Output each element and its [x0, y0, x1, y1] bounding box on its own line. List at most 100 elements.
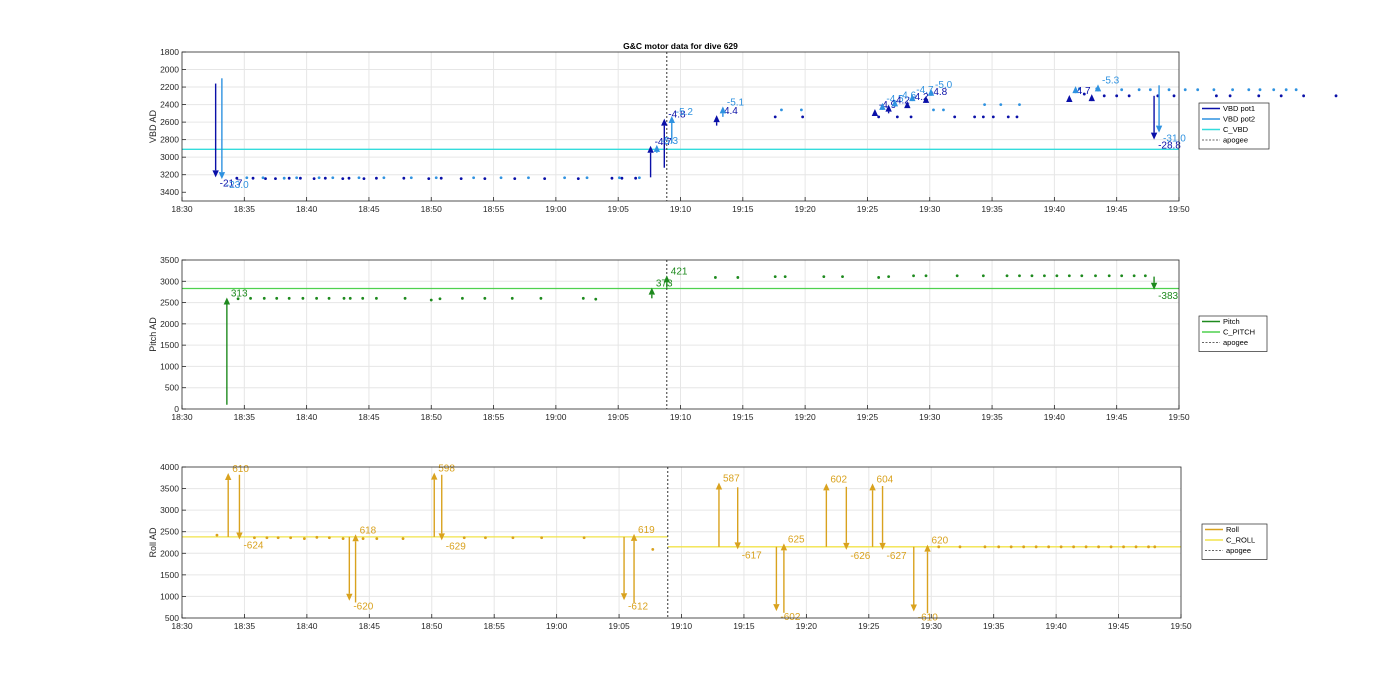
- data-point: [261, 176, 265, 180]
- y-tick-label: 3500: [160, 484, 179, 494]
- data-point: [1122, 545, 1125, 549]
- y-tick-label: 3000: [160, 276, 179, 286]
- data-point: [459, 177, 463, 181]
- y-tick-label: 2500: [160, 298, 179, 308]
- y-tick-label: 3000: [160, 152, 179, 162]
- data-point: [253, 536, 256, 540]
- x-tick-label: 18:35: [234, 412, 256, 422]
- data-point: [912, 274, 915, 278]
- data-point: [594, 297, 598, 301]
- x-tick-label: 19:25: [858, 621, 880, 631]
- y-tick-label: 3200: [160, 170, 179, 180]
- legend-vbd: VBD pot1 VBD pot2C_VBDapogee: [1198, 102, 1270, 150]
- data-point: [1143, 274, 1147, 278]
- data-point: [1030, 274, 1034, 278]
- data-point: [438, 297, 442, 301]
- data-point: [1120, 88, 1124, 92]
- x-tick-label: 19:05: [608, 621, 630, 631]
- data-point: [1167, 88, 1171, 92]
- arrow-label: -602: [780, 612, 800, 623]
- data-point: [1047, 545, 1051, 549]
- y-tick-label: 2400: [160, 100, 179, 110]
- x-tick-label: 18:40: [296, 621, 318, 631]
- data-point: [713, 276, 717, 279]
- data-point: [634, 176, 638, 180]
- data-point: [331, 176, 335, 180]
- x-tick-label: 18:40: [296, 204, 318, 214]
- data-point: [341, 177, 345, 181]
- data-point: [1043, 274, 1046, 278]
- arrow-label: -627: [887, 551, 907, 562]
- data-point: [1231, 88, 1234, 92]
- data-point: [539, 296, 543, 300]
- data-point: [327, 296, 331, 300]
- data-point: [483, 296, 487, 300]
- data-point: [932, 108, 935, 112]
- y-tick-label: 2000: [160, 548, 179, 558]
- x-tick-label: 19:50: [1168, 204, 1190, 214]
- x-tick-label: 19:35: [983, 621, 1005, 631]
- data-point: [276, 536, 280, 540]
- data-point: [736, 276, 740, 279]
- data-point: [434, 176, 438, 180]
- y-tick-label: 1800: [160, 47, 179, 57]
- x-tick-label: 18:35: [234, 204, 256, 214]
- data-point: [1084, 545, 1088, 549]
- x-tick-label: 18:55: [483, 204, 505, 214]
- arrow-label: -612: [628, 601, 648, 612]
- data-point: [1107, 274, 1111, 278]
- arrow-label: -5.1: [727, 97, 745, 108]
- data-point: [302, 537, 306, 541]
- arrow-label: 587: [723, 474, 740, 485]
- x-tick-label: 19:35: [981, 204, 1003, 214]
- data-point: [1034, 545, 1038, 549]
- data-point: [1109, 545, 1113, 549]
- data-point: [780, 108, 783, 112]
- x-tick-label: 19:10: [670, 412, 692, 422]
- data-point: [362, 177, 366, 181]
- data-point: [953, 115, 957, 119]
- x-tick-label: 18:45: [359, 621, 381, 631]
- arrow-label: -31.0: [1163, 134, 1186, 145]
- data-point: [375, 296, 378, 300]
- data-point: [527, 176, 530, 180]
- data-point: [1055, 274, 1059, 278]
- data-point: [576, 177, 580, 181]
- data-point: [262, 296, 266, 300]
- data-point: [1120, 274, 1124, 278]
- x-tick-label: 19:40: [1045, 621, 1067, 631]
- x-tick-label: 19:45: [1106, 204, 1128, 214]
- data-point: [997, 545, 1001, 549]
- data-point: [499, 176, 503, 180]
- x-tick-label: 18:50: [421, 621, 443, 631]
- data-point: [483, 177, 487, 181]
- data-point: [773, 275, 777, 279]
- x-tick-label: 18:55: [483, 412, 505, 422]
- data-point: [274, 177, 277, 181]
- data-point: [429, 298, 433, 302]
- data-point: [981, 115, 985, 119]
- y-tick-label: 3400: [160, 187, 179, 197]
- data-point: [1147, 545, 1150, 549]
- x-tick-label: 19:25: [857, 412, 879, 422]
- y-tick-label: 3000: [160, 505, 179, 515]
- data-point: [822, 275, 826, 279]
- x-tick-label: 18:35: [234, 621, 256, 631]
- data-point: [341, 537, 345, 541]
- arrow-label: -624: [243, 540, 263, 551]
- y-tick-label: 3500: [160, 255, 179, 265]
- arrow-label: -383: [1158, 291, 1178, 302]
- panel-pitch: 18:30 18:35 18:40 18:45 18:50 18:55 19:00 19:05…: [148, 255, 1268, 422]
- x-tick-label: 19:25: [857, 204, 879, 214]
- data-point: [315, 296, 318, 300]
- x-tick-label: 19:15: [732, 204, 754, 214]
- data-point: [582, 536, 586, 540]
- x-tick-label: 19:15: [732, 412, 754, 422]
- arrow-label: -617: [742, 550, 762, 561]
- data-point: [317, 176, 321, 180]
- arrow-label: 373: [656, 279, 673, 290]
- arrow-label: 602: [830, 474, 847, 485]
- y-tick-label: 1500: [160, 340, 179, 350]
- data-point: [361, 296, 365, 300]
- data-point: [427, 177, 431, 181]
